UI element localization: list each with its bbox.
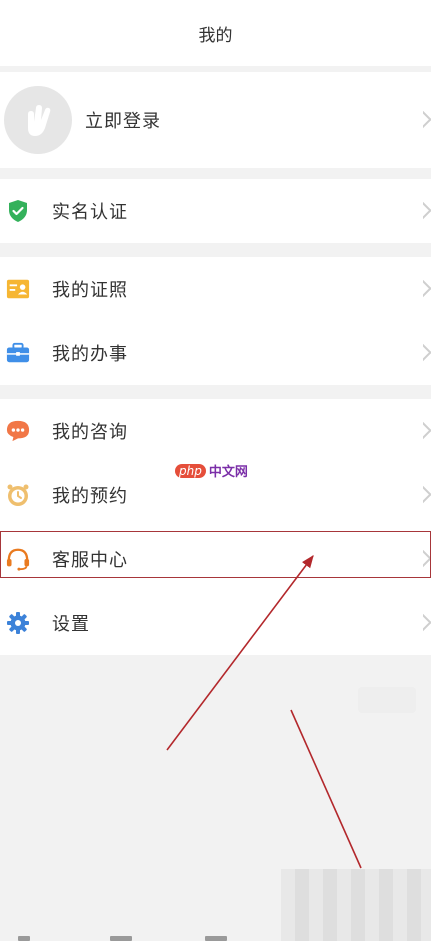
tab-apps-icon[interactable] <box>110 936 132 941</box>
arrow-line <box>290 709 362 869</box>
tab-news-icon[interactable] <box>205 936 227 941</box>
tab-home-icon[interactable] <box>18 936 30 941</box>
arrow-line <box>166 554 314 751</box>
tab-bar <box>0 930 431 941</box>
annotation-arrows <box>166 554 362 869</box>
